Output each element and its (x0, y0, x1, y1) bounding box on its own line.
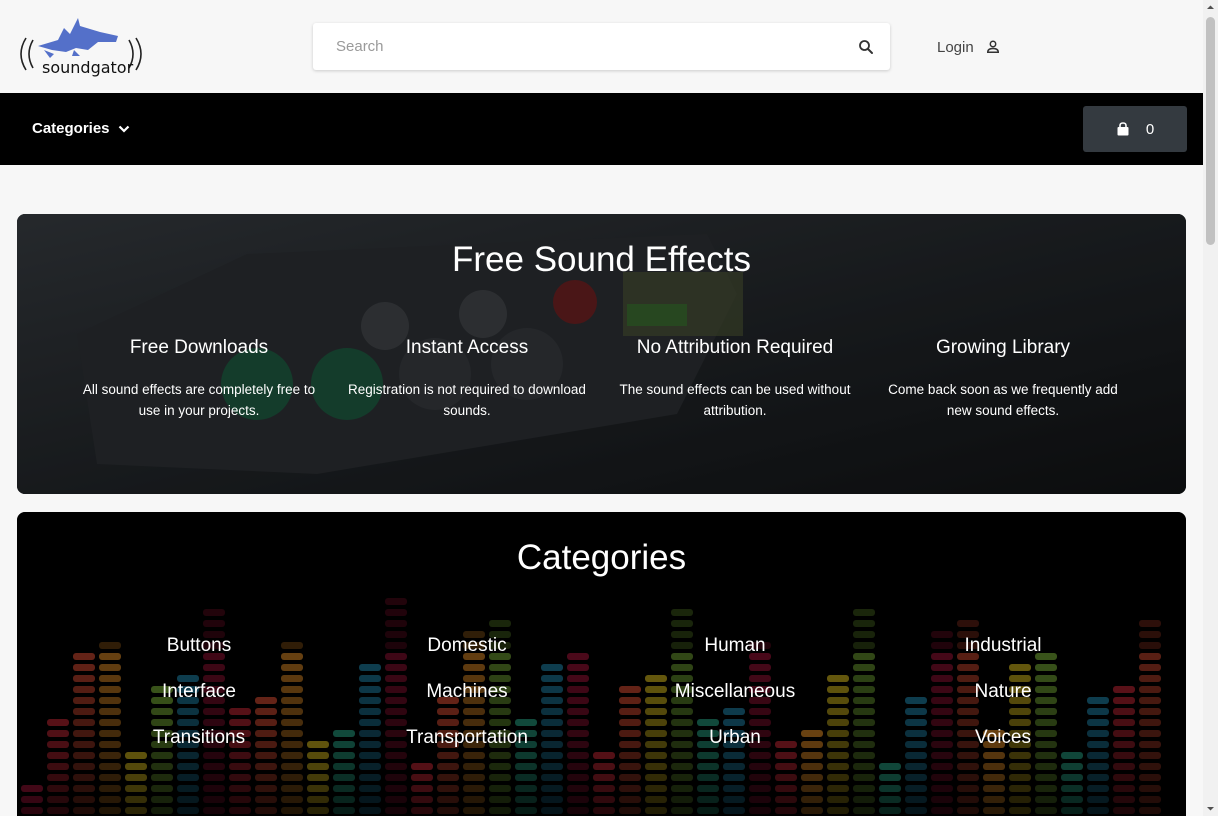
search-box (313, 23, 890, 70)
search-icon[interactable] (857, 38, 875, 56)
scroll-up-arrow-icon[interactable] (1203, 0, 1218, 15)
feature-description: All sound effects are completely free to… (82, 382, 316, 418)
login-link[interactable]: Login (937, 37, 1002, 57)
cart-button[interactable]: 0 (1083, 106, 1187, 152)
feature-description: The sound effects can be used without at… (619, 382, 851, 418)
category-link-transitions[interactable]: Transitions (65, 727, 333, 749)
category-link-interface[interactable]: Interface (65, 681, 333, 703)
categories-dropdown-label: Categories (32, 120, 110, 137)
category-link-industrial[interactable]: Industrial (869, 635, 1137, 657)
category-link-urban[interactable]: Urban (601, 727, 869, 749)
logo-text: soundgator (42, 58, 134, 77)
feature-title: Growing Library (935, 337, 1071, 358)
feature-title: No Attribution Required (636, 337, 834, 358)
page: soundgator Login Categories (0, 0, 1203, 816)
categories-section: Categories Buttons Domestic Human Indust… (17, 512, 1186, 816)
login-label: Login (937, 38, 974, 56)
chevron-down-icon (118, 125, 129, 133)
feature-instant-access: Instant Access Registration is not requi… (333, 337, 601, 421)
hero-banner: Free Sound Effects Free Downloads All so… (17, 214, 1186, 494)
categories-title: Categories (516, 538, 687, 577)
category-link-transportation[interactable]: Transportation (333, 727, 601, 749)
feature-description: Come back soon as we frequently add new … (888, 382, 1118, 418)
user-icon (986, 40, 999, 53)
feature-description: Registration is not required to download… (348, 382, 586, 418)
site-logo[interactable]: soundgator (14, 14, 148, 78)
page-scrollbar[interactable] (1203, 0, 1218, 816)
feature-growing-library: Growing Library Come back soon as we fre… (869, 337, 1137, 421)
feature-no-attribution: No Attribution Required The sound effect… (601, 337, 869, 421)
category-link-nature[interactable]: Nature (869, 681, 1137, 703)
search-input[interactable] (313, 23, 856, 70)
site-header: soundgator Login (0, 0, 1203, 93)
category-link-domestic[interactable]: Domestic (333, 635, 601, 657)
feature-title: Instant Access (405, 337, 529, 358)
category-link-machines[interactable]: Machines (333, 681, 601, 703)
feature-free-downloads: Free Downloads All sound effects are com… (65, 337, 333, 421)
scroll-down-arrow-icon[interactable] (1203, 801, 1218, 816)
categories-dropdown[interactable]: Categories (32, 120, 130, 137)
feature-title: Free Downloads (129, 337, 269, 358)
shopping-bag-icon (1117, 122, 1129, 136)
category-link-buttons[interactable]: Buttons (65, 635, 333, 657)
hero-title: Free Sound Effects (452, 240, 751, 279)
category-link-human[interactable]: Human (601, 635, 869, 657)
main-navbar: Categories 0 (0, 93, 1203, 165)
category-link-voices[interactable]: Voices (869, 727, 1137, 749)
category-link-miscellaneous[interactable]: Miscellaneous (601, 681, 869, 703)
scroll-thumb[interactable] (1206, 17, 1215, 245)
cart-count: 0 (1145, 120, 1155, 138)
